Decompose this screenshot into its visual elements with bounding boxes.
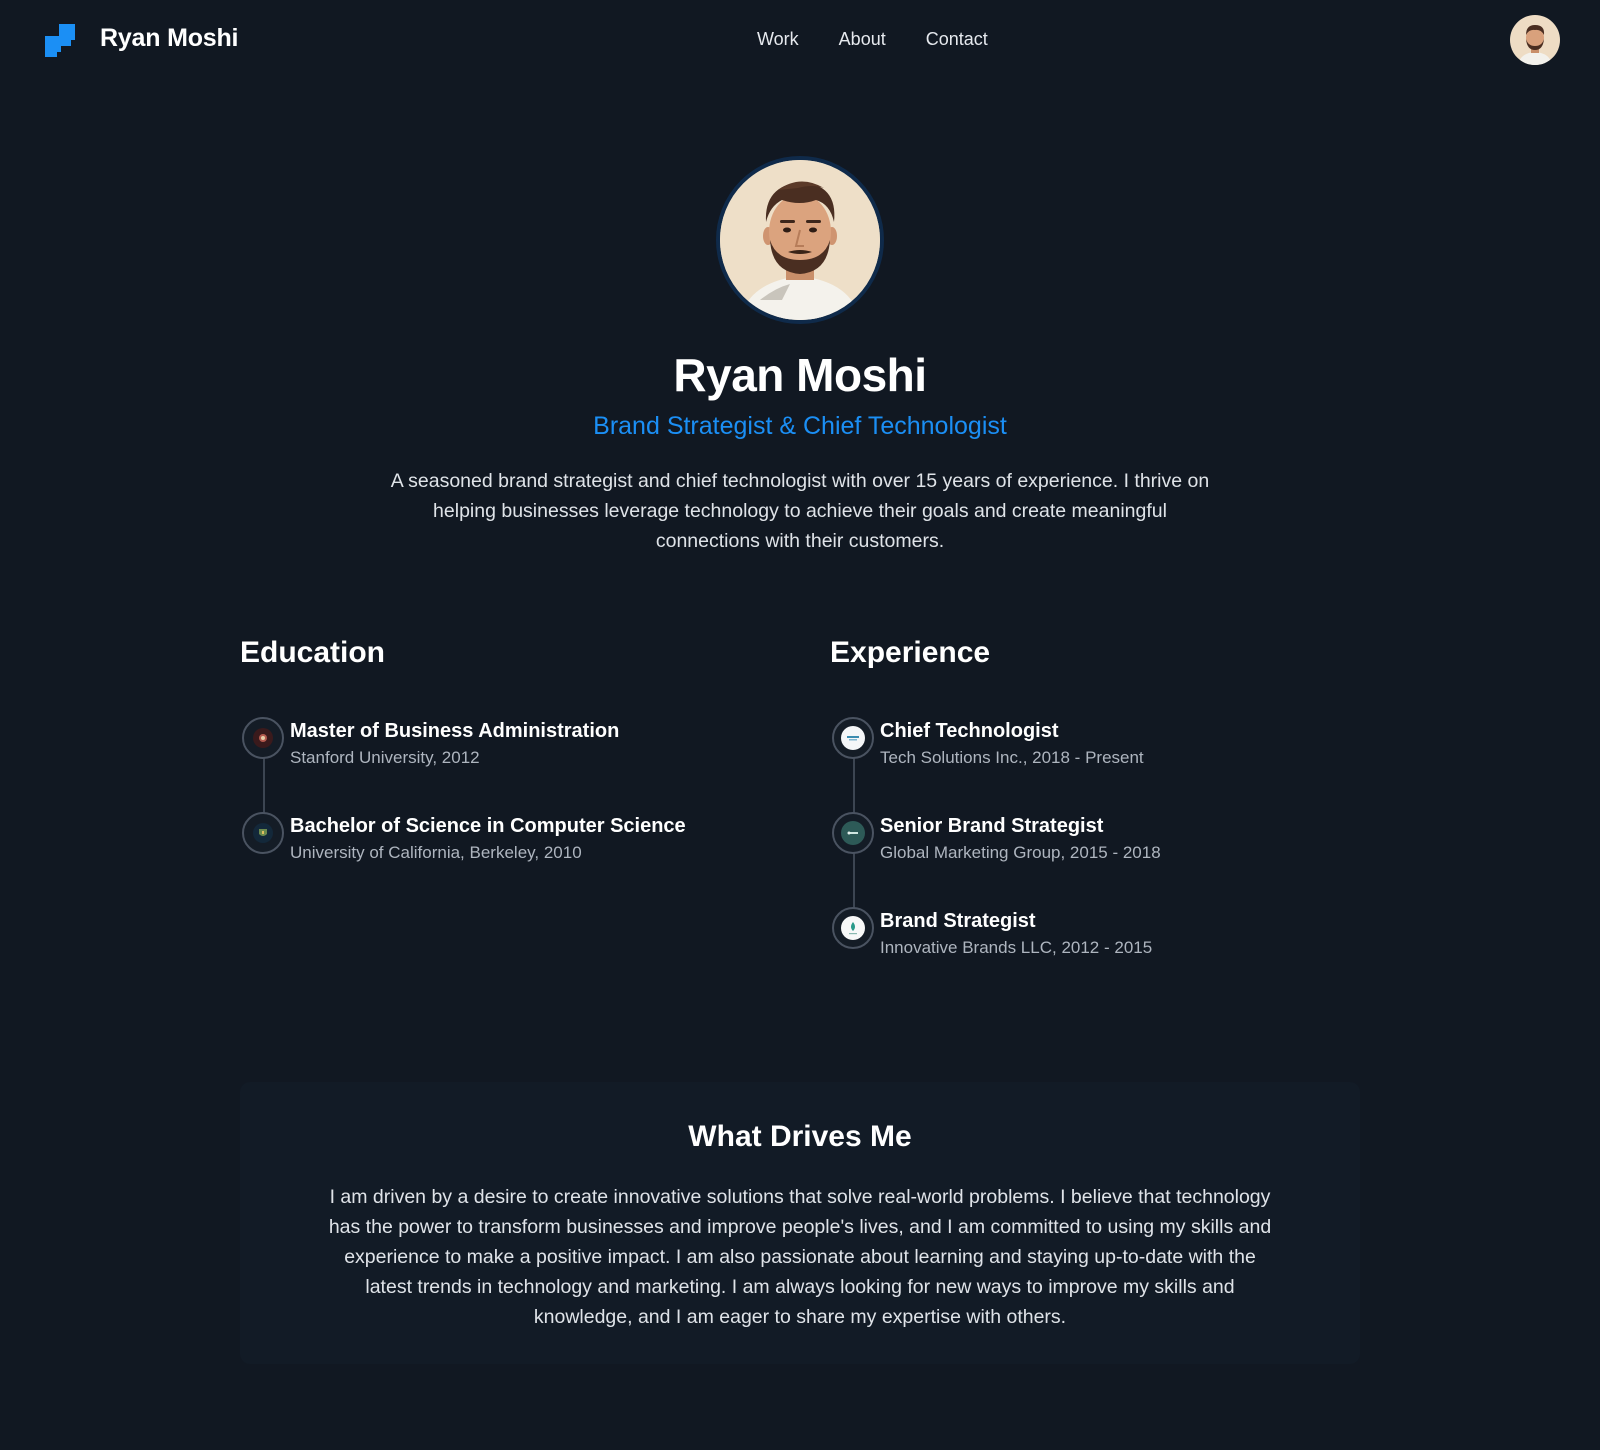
- nav-link-about[interactable]: About: [839, 29, 886, 50]
- profile-photo: [716, 156, 884, 324]
- experience-subtitle: Global Marketing Group, 2015 - 2018: [880, 843, 1161, 862]
- experience-heading: Experience: [830, 636, 991, 669]
- global-marketing-logo-icon: [832, 812, 874, 854]
- stanford-seal-icon: [242, 717, 284, 759]
- user-avatar[interactable]: [1510, 15, 1560, 65]
- education-timeline-line: [263, 756, 265, 814]
- education-heading: Education: [240, 636, 386, 669]
- avatar-portrait-icon: [1510, 15, 1560, 65]
- profile-name: Ryan Moshi: [673, 349, 927, 401]
- experience-timeline-line: [853, 756, 855, 814]
- berkeley-seal-icon: [242, 812, 284, 854]
- what-drives-me-card: What Drives Me I am driven by a desire t…: [240, 1082, 1360, 1364]
- tech-solutions-logo-icon: [832, 717, 874, 759]
- top-navigation-bar: Ryan Moshi Work About Contact: [0, 0, 1600, 80]
- experience-subtitle: Tech Solutions Inc., 2018 - Present: [880, 748, 1144, 767]
- nav-link-work[interactable]: Work: [757, 29, 799, 50]
- brand-name[interactable]: Ryan Moshi: [100, 24, 238, 53]
- education-subtitle: Stanford University, 2012: [290, 748, 480, 767]
- experience-timeline-line: [853, 851, 855, 909]
- nav-link-contact[interactable]: Contact: [926, 29, 988, 50]
- drives-heading: What Drives Me: [688, 1120, 912, 1153]
- brand-logo-icon[interactable]: [45, 24, 75, 57]
- drives-text: I am driven by a desire to create innova…: [328, 1186, 1272, 1328]
- education-title: Master of Business Administration: [290, 720, 620, 742]
- portrait-illustration-icon: [720, 160, 880, 320]
- education-title: Bachelor of Science in Computer Science: [290, 815, 686, 837]
- experience-title: Senior Brand Strategist: [880, 815, 1104, 837]
- main-nav: Work About Contact: [757, 29, 988, 50]
- experience-subtitle: Innovative Brands LLC, 2012 - 2015: [880, 938, 1153, 957]
- profile-title: Brand Strategist & Chief Technologist: [593, 412, 1007, 440]
- education-subtitle: University of California, Berkeley, 2010: [290, 843, 582, 862]
- profile-description: A seasoned brand strategist and chief te…: [390, 470, 1210, 552]
- experience-title: Chief Technologist: [880, 720, 1059, 742]
- experience-title: Brand Strategist: [880, 910, 1036, 932]
- innovative-brands-logo-icon: [832, 907, 874, 949]
